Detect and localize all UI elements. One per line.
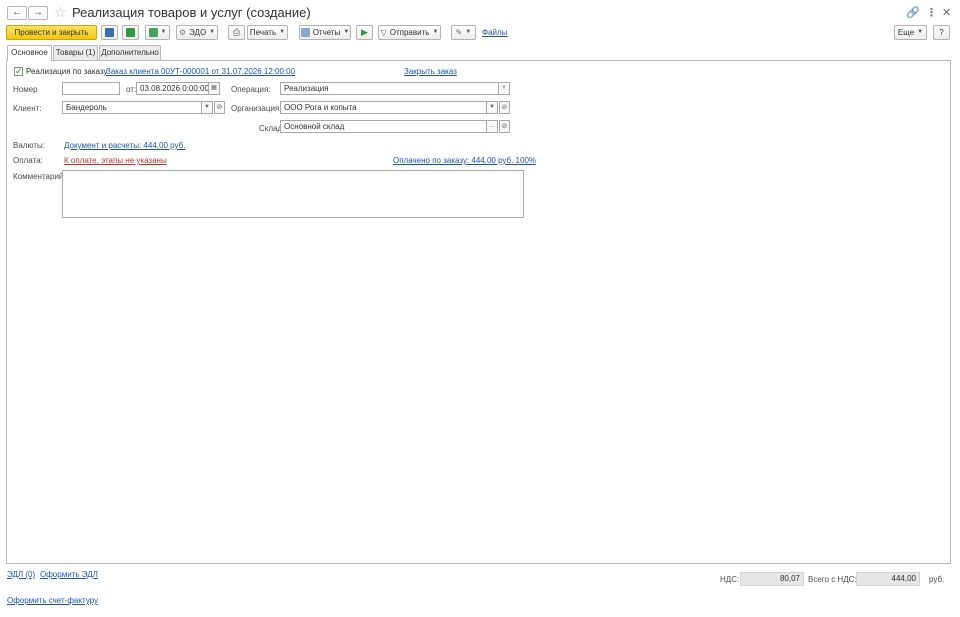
chevron-down-icon: ▼ [209,29,216,35]
help-button[interactable]: ? [933,25,950,40]
operation-field[interactable]: Реализация [280,82,499,95]
edo-label: ЭДО [189,28,207,37]
printer-icon: ⎙ [232,27,241,37]
chevron-down-icon: ▼ [489,104,495,110]
warehouse-open-button[interactable]: ⊘ [499,120,510,133]
comment-label: Комментарий: [13,172,66,181]
client-field[interactable]: Бандероль [62,101,202,114]
open-link-icon: ⊘ [501,123,508,130]
number-label: Номер [13,85,38,94]
by-order-label: Реализация по заказу [26,67,108,76]
chevron-down-icon: ▼ [160,29,167,35]
operation-dropdown-button[interactable]: ▼ [499,82,510,95]
paperclip-icon: ✎ [455,28,463,37]
kebab-icon[interactable]: ⋮ [926,6,937,19]
chevron-down-icon: ▼ [501,85,507,91]
organization-dropdown-button[interactable]: ▼ [487,101,498,114]
vat-amount: 80,07 [740,572,804,586]
issue-invoice-link[interactable]: Оформить счет-фактуру [7,596,98,605]
chevron-down-icon: ▼ [279,29,286,35]
chevron-down-icon: ▼ [204,104,210,110]
link-icon[interactable]: 🔗 [906,6,920,19]
payment-label: Оплата: [13,156,43,165]
close-order-link[interactable]: Закрыть заказ [404,67,457,76]
warehouse-field[interactable]: Основной склад [280,120,487,133]
send-label: Отправить [389,28,430,37]
arrow-right-icon: → [33,7,43,18]
organization-label: Организация: [231,104,282,113]
organization-field[interactable]: ООО Рога и копыта [280,101,487,114]
back-button[interactable]: ← [7,6,27,20]
chevron-down-icon: ▼ [432,29,439,35]
files-link[interactable]: Файлы [482,28,507,37]
print-button[interactable]: Печать ▼ [247,25,288,40]
client-label: Клиент: [13,104,42,113]
edl-link[interactable]: ЭДЛ (0) [7,570,35,579]
arrow-left-icon: ← [12,7,22,18]
by-order-checkbox[interactable]: ✓ [14,67,23,76]
currency-unit: руб. [929,575,945,584]
edo-button[interactable]: ⚙ ЭДО ▼ [176,25,218,40]
forward-button[interactable]: → [28,6,48,20]
number-field[interactable] [62,82,120,95]
tab-additional[interactable]: Дополнительно [99,45,161,60]
form-panel [6,60,951,564]
open-link-icon: ⊘ [216,104,223,111]
send-button[interactable]: ▽ Отправить ▼ [378,25,441,40]
print-label: Печать [249,28,277,37]
reports-button[interactable]: Отчеты ▼ [299,25,351,40]
open-link-icon: ⊘ [501,104,508,111]
date-field[interactable]: 03.08.2026 0:00:00 [136,82,209,95]
vat-label: НДС: [720,575,740,584]
tab-main[interactable]: Основное [7,45,52,61]
calendar-button[interactable]: ▦ [209,82,220,95]
warehouse-select-button[interactable]: … [487,120,498,133]
star-icon[interactable]: ☆ [54,4,67,21]
more-button[interactable]: Еще ▼ [894,25,927,40]
tab-goods[interactable]: Товары (1) [53,45,98,60]
print-icon-button[interactable]: ⎙ [228,25,245,40]
help-label: ? [939,28,944,37]
page-title: Реализация товаров и услуг (создание) [72,5,311,20]
chevron-down-icon: ▼ [465,29,472,35]
create-based-on-button[interactable]: ▼ [145,25,170,40]
forward-action-button[interactable]: ▶ [356,25,373,40]
chevron-down-icon: ▼ [343,29,350,35]
close-icon[interactable]: ✕ [942,6,951,19]
issue-edl-link[interactable]: Оформить ЭДЛ [40,570,98,579]
save-icon [105,28,114,37]
calendar-icon: ▦ [211,85,217,91]
play-icon: ▶ [361,27,368,37]
attachments-button[interactable]: ✎ ▼ [451,25,476,40]
total-amount: 444,00 [856,572,920,586]
reports-label: Отчеты [312,28,341,37]
operation-label: Операция: [231,85,271,94]
currency-link[interactable]: Документ и расчеты: 444,00 руб. [64,141,185,150]
ellipsis-icon: … [489,123,495,129]
order-link[interactable]: Заказ клиента 00УТ-000001 от 31.07.2026 … [106,67,295,76]
reports-icon [300,28,310,37]
date-label: от: [126,85,137,94]
post-and-close-label: Провести и закрыть [14,28,89,37]
currency-label: Валюты: [13,141,45,150]
post-and-close-button[interactable]: Провести и закрыть [6,25,97,40]
post-button[interactable] [122,25,139,40]
client-open-button[interactable]: ⊘ [214,101,225,114]
edo-icon: ⚙ [178,28,187,37]
save-button[interactable] [101,25,118,40]
create-based-on-icon [148,28,158,37]
client-dropdown-button[interactable]: ▼ [202,101,213,114]
more-label: Еще [897,28,915,37]
organization-open-button[interactable]: ⊘ [499,101,510,114]
payment-link[interactable]: К оплате, этапы не указаны [64,156,167,165]
paid-by-order-link[interactable]: Оплачено по заказу: 444,00 руб. 100% [393,156,536,165]
send-icon: ▽ [380,28,387,37]
post-document-icon [126,28,135,37]
total-label: Всего с НДС: [808,575,857,584]
checkmark-icon: ✓ [15,66,23,76]
comment-textarea[interactable] [62,170,524,218]
chevron-down-icon: ▼ [917,29,924,35]
